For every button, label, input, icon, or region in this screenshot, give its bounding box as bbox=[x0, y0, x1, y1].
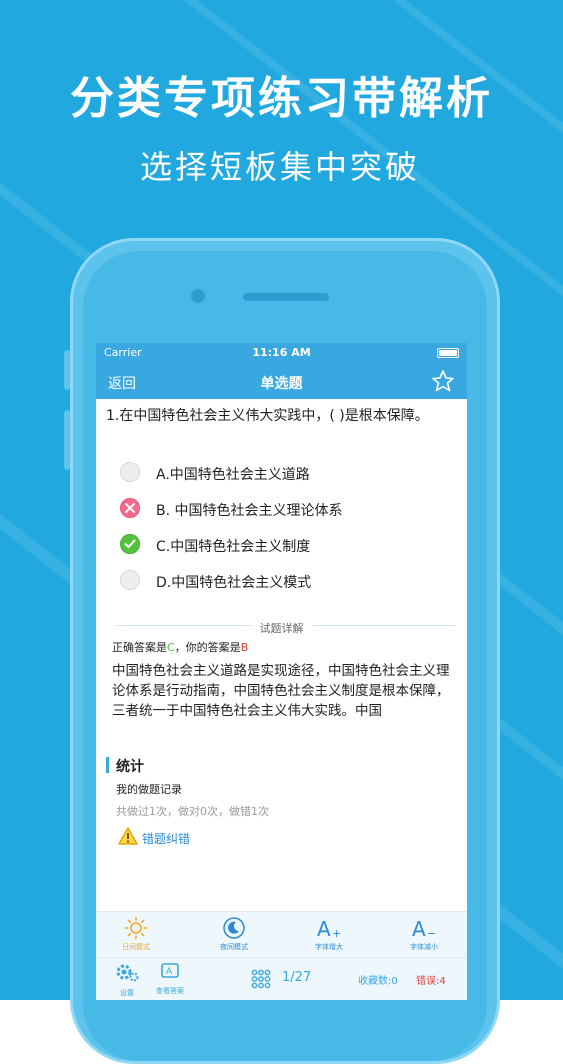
correct-answer: C bbox=[167, 641, 175, 654]
option-d[interactable]: D.中国特色社会主义模式 bbox=[120, 569, 450, 593]
wrong-x-icon bbox=[120, 498, 140, 518]
answer-summary: 正确答案是C，你的答案是B bbox=[112, 639, 248, 655]
font-increase-label: 字体增大 bbox=[315, 943, 343, 951]
svg-text:A: A bbox=[166, 967, 173, 977]
status-bar: Carrier 11:16 AM bbox=[96, 343, 467, 363]
radio-unselected-icon bbox=[120, 570, 140, 590]
option-b[interactable]: B. 中国特色社会主义理论体系 bbox=[120, 497, 450, 521]
gear-icon bbox=[116, 964, 139, 982]
explanation-text: 中国特色社会主义道路是实现途径，中国特色社会主义理论体系是行动指南，中国特色社会… bbox=[112, 663, 450, 719]
font-decrease-icon: A − bbox=[412, 917, 436, 940]
report-label: 错题纠错 bbox=[142, 832, 191, 846]
svg-text:−: − bbox=[427, 927, 436, 940]
option-label: B. 中国特色社会主义理论体系 bbox=[156, 503, 343, 519]
settings-label: 设置 bbox=[120, 989, 134, 997]
option-label: D.中国特色社会主义模式 bbox=[156, 575, 312, 591]
star-icon[interactable] bbox=[431, 369, 455, 393]
correct-prefix: 正确答案是 bbox=[112, 641, 167, 654]
svg-text:+: + bbox=[332, 927, 341, 940]
page-indicator: 1/27 bbox=[282, 970, 312, 985]
grid-icon bbox=[251, 969, 271, 989]
radio-unselected-icon bbox=[120, 462, 140, 482]
option-label: C.中国特色社会主义制度 bbox=[156, 539, 311, 555]
divider-label: 试题详解 bbox=[251, 622, 312, 635]
status-time: 11:16 AM bbox=[252, 346, 311, 359]
record-detail: 共做过1次，做对0次，做错1次 bbox=[116, 805, 269, 818]
camera-icon bbox=[191, 289, 205, 303]
error-count: 错误:4 bbox=[416, 976, 446, 987]
option-a[interactable]: A.中国特色社会主义道路 bbox=[120, 461, 450, 485]
settings-button[interactable]: 设置 bbox=[114, 962, 140, 998]
nav-bar: 返回 单选题 bbox=[96, 363, 467, 399]
option-c[interactable]: C.中国特色社会主义制度 bbox=[120, 533, 450, 557]
option-label: A.中国特色社会主义道路 bbox=[156, 467, 310, 483]
view-answer-button[interactable]: A 查看答案 bbox=[156, 962, 184, 996]
volume-button bbox=[64, 410, 70, 470]
night-mode-label: 夜间模式 bbox=[220, 943, 248, 951]
font-decrease-label: 字体减小 bbox=[410, 943, 438, 951]
record-label: 我的做题记录 bbox=[116, 783, 182, 796]
bottom-bar: 设置 A 查看答案 1/27 收藏数:0 错误:4 bbox=[96, 957, 467, 1000]
your-answer-prefix: ，你的答案是 bbox=[174, 641, 241, 654]
moon-icon bbox=[223, 917, 245, 939]
warning-icon bbox=[118, 827, 138, 845]
speaker-grille bbox=[243, 293, 329, 301]
font-increase-icon: A + bbox=[317, 917, 341, 940]
answer-card-icon: A bbox=[161, 963, 179, 978]
app-screen: Carrier 11:16 AM 返回 单选题 1.在中国特色社会主义伟大实践中… bbox=[96, 343, 467, 1000]
your-answer: B bbox=[240, 641, 249, 654]
correct-check-icon bbox=[120, 534, 140, 554]
headline-subtitle: 选择短板集中突破 bbox=[140, 148, 421, 186]
favorites-count: 收藏数:0 bbox=[358, 976, 398, 987]
sun-icon bbox=[124, 916, 148, 940]
font-decrease-button[interactable]: A − 字体减小 bbox=[394, 916, 454, 952]
question-text: 1.在中国特色社会主义伟大实践中，( )是根本保障。 bbox=[106, 408, 429, 424]
power-button bbox=[491, 420, 497, 500]
day-mode-button[interactable]: 日间模式 bbox=[106, 916, 166, 952]
volume-button bbox=[64, 350, 70, 390]
day-mode-label: 日间模式 bbox=[122, 943, 150, 951]
font-increase-button[interactable]: A + 字体增大 bbox=[299, 916, 359, 952]
page-title: 单选题 bbox=[260, 376, 303, 392]
question-grid-button[interactable] bbox=[251, 969, 271, 993]
section-marker bbox=[106, 757, 109, 773]
headline-title: 分类专项练习带解析 bbox=[70, 73, 493, 124]
view-answer-label: 查看答案 bbox=[156, 987, 184, 995]
stats-title: 统计 bbox=[116, 759, 144, 775]
battery-icon bbox=[437, 348, 459, 358]
svg-text:A: A bbox=[317, 917, 331, 940]
night-mode-button[interactable]: 夜间模式 bbox=[204, 916, 264, 952]
display-toolbar: 日间模式 夜间模式 A + 字体增大 A − 字体减小 bbox=[96, 911, 467, 958]
svg-text:A: A bbox=[412, 917, 426, 940]
